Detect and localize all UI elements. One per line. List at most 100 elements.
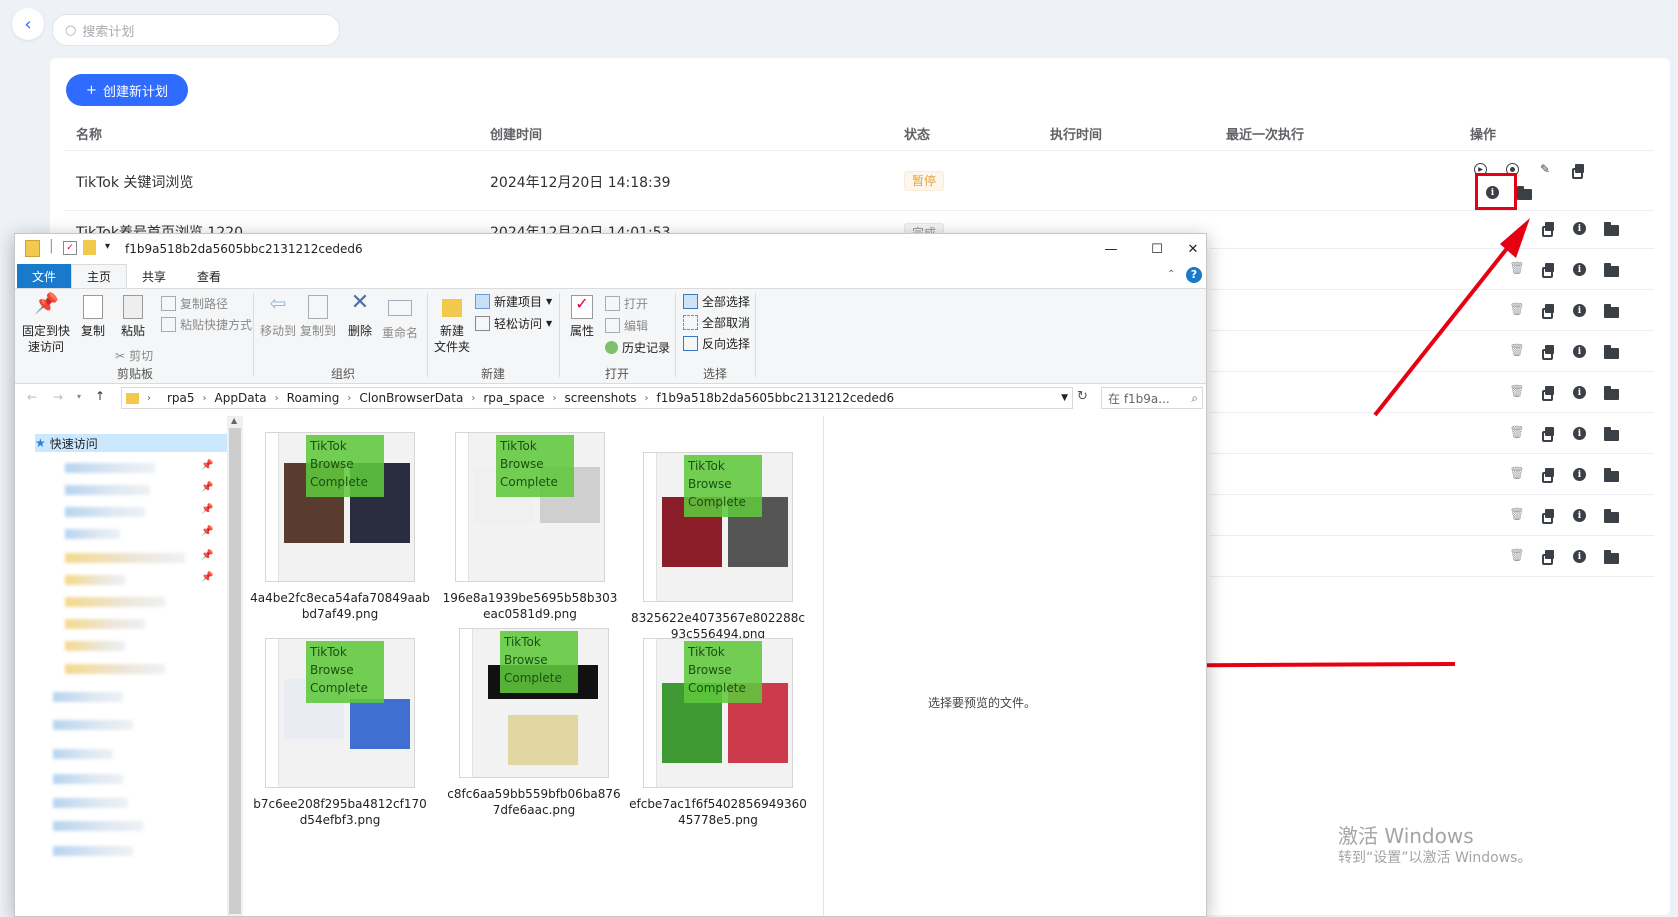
address-bar-row: ← → ▾ ↑ › rpa5 › AppData › Roaming › ClonBr…	[15, 384, 1206, 412]
path-segment[interactable]: screenshots	[564, 391, 636, 405]
file-name: 4a4be2fc8eca54afa70849aabbd7af49.png	[250, 591, 430, 621]
nav-item[interactable]	[53, 774, 123, 784]
address-field[interactable]: › rpa5 › AppData › Roaming › ClonBrowserDat…	[121, 387, 1073, 409]
nav-item[interactable]	[65, 553, 185, 563]
copy-path-button[interactable]: 复制路径	[161, 295, 228, 312]
tab-share[interactable]: 共享	[127, 264, 181, 288]
dropdown-arrow-icon: ▼	[546, 319, 553, 328]
overlay-line: TikTok	[504, 635, 541, 649]
new-folder-quick-icon[interactable]	[83, 240, 96, 255]
path-segment[interactable]: AppData	[215, 391, 267, 405]
group-clipboard: 剪贴板	[117, 367, 154, 381]
nav-item[interactable]	[65, 463, 155, 473]
refresh-icon[interactable]: ↻	[1077, 389, 1088, 404]
invert-selection-button[interactable]: 反向选择	[683, 335, 750, 352]
path-separator: ›	[147, 392, 151, 404]
new-folder-button[interactable]: 新建 文件夹	[433, 295, 471, 355]
file-explorer-window: | ✓ ▾ f1b9a518b2da5605bbc2131212ceded6 —…	[14, 233, 1207, 917]
nav-item[interactable]	[53, 749, 113, 759]
nav-item[interactable]	[53, 692, 123, 702]
ribbon-separator	[427, 293, 428, 377]
pin-icon: 📌	[201, 526, 214, 537]
folder-icon	[25, 240, 40, 257]
path-segment[interactable]: ClonBrowserData	[359, 391, 463, 405]
copy-to-button[interactable]: 复制到	[299, 295, 337, 339]
properties-quick-icon[interactable]: ✓	[63, 241, 77, 255]
select-all-button[interactable]: 全部选择	[683, 293, 750, 310]
address-dropdown-icon[interactable]: ▼	[1061, 393, 1068, 403]
folder-search-input[interactable]: 在 f1b9a... ⌕	[1101, 387, 1203, 409]
overlay-line: Browse	[504, 653, 548, 667]
nav-item[interactable]	[65, 664, 165, 674]
nav-item[interactable]	[53, 798, 128, 808]
tab-home[interactable]: 主页	[71, 264, 127, 288]
pin-icon: 📌	[201, 504, 214, 515]
overlay-line: TikTok	[688, 459, 725, 473]
move-to-button[interactable]: ⇦ 移动到	[259, 291, 297, 339]
image-thumbnail: TikTok Browse Complete	[459, 628, 609, 778]
rename-button[interactable]: 重命名	[381, 295, 419, 341]
nav-item[interactable]	[65, 485, 150, 495]
image-thumbnail: TikTok Browse Complete	[643, 452, 793, 602]
rename-icon	[388, 300, 412, 316]
nav-item[interactable]	[53, 821, 143, 831]
tab-file[interactable]: 文件	[17, 264, 71, 288]
maximize-button[interactable]: ☐	[1134, 234, 1180, 264]
pin-quick-access-button[interactable]: 📌 固定到快 速访问	[21, 293, 71, 355]
path-segment[interactable]: rpa_space	[483, 391, 544, 405]
file-item[interactable]: TikTok Browse Complete c8fc6aa59bb559bfb06b…	[444, 628, 624, 828]
new-item-button[interactable]: 新建项目 ▼	[475, 293, 552, 310]
file-item[interactable]: TikTok Browse Complete 196e8a1939be5695b58b…	[440, 432, 620, 632]
history-button[interactable]: 历史记录	[605, 339, 670, 356]
copy-button[interactable]: 复制	[75, 295, 111, 339]
open-button[interactable]: 打开	[605, 295, 648, 312]
nav-item[interactable]	[53, 720, 133, 730]
nav-item[interactable]	[65, 507, 145, 517]
nav-item[interactable]	[65, 597, 165, 607]
close-button[interactable]: ✕	[1180, 234, 1206, 264]
cut-button[interactable]: ✂ 剪切	[115, 347, 153, 364]
nav-item[interactable]	[65, 575, 125, 585]
path-segment[interactable]: Roaming	[287, 391, 340, 405]
paste-shortcut-button[interactable]: 粘贴快捷方式	[161, 316, 252, 333]
pin-icon: 📌	[201, 550, 214, 561]
tiktok-browse-complete-overlay: TikTok Browse Complete	[684, 455, 762, 517]
arrow-line-to-folder	[1373, 230, 1522, 417]
path-segment[interactable]: rpa5	[167, 391, 195, 405]
up-arrow-icon[interactable]: ↑	[95, 389, 105, 403]
recent-locations-icon[interactable]: ▾	[77, 392, 81, 401]
thumbnail-sidebar	[266, 639, 279, 787]
scroll-up-icon[interactable]: ▲	[231, 416, 237, 425]
nav-quick-access[interactable]: ★ 快速访问	[35, 434, 227, 452]
thumbnail-sidebar	[644, 639, 657, 787]
file-item[interactable]: TikTok Browse Complete b7c6ee208f295ba4812c…	[250, 638, 430, 838]
nav-item[interactable]	[65, 641, 125, 651]
scrollbar-thumb[interactable]	[229, 428, 241, 914]
nav-item[interactable]	[65, 529, 120, 539]
move-to-icon: ⇦	[269, 291, 287, 315]
help-icon[interactable]: ?	[1186, 267, 1202, 283]
select-none-button[interactable]: 全部取消	[683, 314, 750, 331]
paste-button[interactable]: 粘贴	[115, 295, 151, 339]
nav-scrollbar[interactable]: ▲	[227, 416, 243, 916]
properties-button[interactable]: ✓ 属性	[565, 295, 599, 339]
customize-toolbar-icon[interactable]: ▾	[105, 241, 110, 252]
easy-access-button[interactable]: 轻松访问 ▼	[475, 315, 552, 332]
path-segment[interactable]: f1b9a518b2da5605bbc2131212ceded6	[657, 391, 895, 405]
tab-view[interactable]: 查看	[181, 264, 237, 288]
collapse-ribbon-icon[interactable]: ⌃	[1167, 269, 1175, 280]
activation-watermark-title: 激活 Windows	[1338, 824, 1474, 848]
back-arrow-icon[interactable]: ←	[27, 390, 37, 404]
group-organize: 组织	[331, 367, 356, 381]
minimize-button[interactable]: —	[1088, 234, 1134, 264]
edit-button[interactable]: 编辑	[605, 317, 648, 334]
file-item[interactable]: TikTok Browse Complete 4a4be2fc8eca54afa708…	[250, 432, 430, 632]
file-item[interactable]: TikTok Browse Complete efcbe7ac1f6f54028569…	[628, 638, 808, 838]
tiktok-browse-complete-overlay: TikTok Browse Complete	[500, 631, 578, 693]
delete-button[interactable]: ✕ 删除	[343, 292, 377, 339]
forward-arrow-icon[interactable]: →	[53, 390, 63, 404]
file-item[interactable]: TikTok Browse Complete 8325622e4073567e8022…	[628, 452, 808, 652]
nav-item[interactable]	[53, 846, 133, 856]
nav-item[interactable]	[65, 619, 145, 629]
history-icon	[605, 341, 618, 354]
